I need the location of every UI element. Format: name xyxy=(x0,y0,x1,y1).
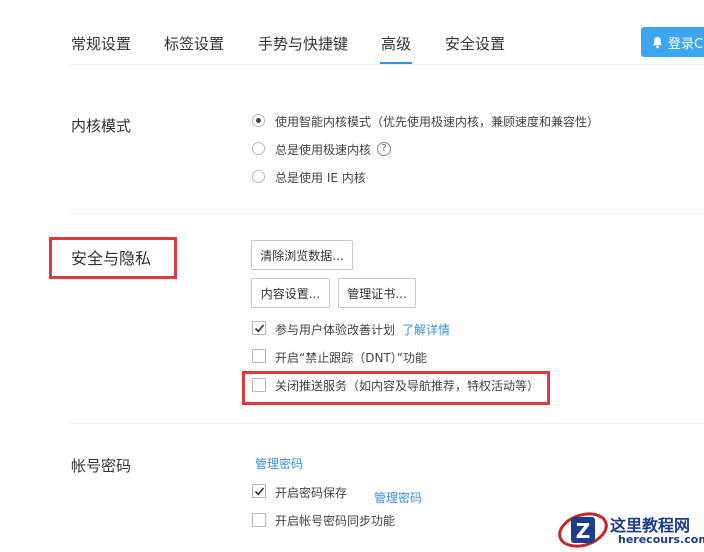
checkbox-save-password-label: 开启密码保存 xyxy=(275,486,348,500)
tab-tabs[interactable]: 标签设置 xyxy=(164,33,224,54)
radio-smart-kernel[interactable] xyxy=(252,114,265,127)
checkmark-icon xyxy=(254,487,265,496)
tab-general[interactable]: 常规设置 xyxy=(71,33,131,54)
manage-password-link[interactable]: 管理密码 xyxy=(255,455,303,472)
radio-speed-kernel-label: 总是使用极速内核 xyxy=(275,143,372,157)
manage-password-link-2[interactable]: 管理密码 xyxy=(374,489,422,506)
login-button-label: 登录C xyxy=(668,36,704,52)
section-divider xyxy=(70,423,704,424)
clear-browsing-data-button[interactable]: 清除浏览数据... xyxy=(251,240,353,270)
checkmark-icon xyxy=(254,324,265,333)
radio-smart-kernel-label: 使用智能内核模式（优先使用极速内核，兼顾速度和兼容性） xyxy=(275,115,600,129)
checkbox-save-password[interactable] xyxy=(252,484,266,498)
section-divider xyxy=(70,213,704,214)
checkbox-user-experience[interactable] xyxy=(252,321,266,335)
tabs-divider xyxy=(70,64,704,65)
manage-certificates-button[interactable]: 管理证书... xyxy=(338,278,416,308)
help-icon[interactable]: ? xyxy=(377,142,391,156)
checkbox-dnt[interactable] xyxy=(252,349,266,363)
checkbox-sync-password-label: 开启帐号密码同步功能 xyxy=(275,514,396,528)
learn-more-link[interactable]: 了解详情 xyxy=(402,321,450,338)
tab-gestures-shortcuts[interactable]: 手势与快捷键 xyxy=(258,33,348,54)
checkbox-sync-password[interactable] xyxy=(252,513,266,527)
highlight-box-push xyxy=(242,371,550,405)
checkbox-dnt-label: 开启“禁止跟踪（DNT）”功能 xyxy=(275,351,427,365)
login-button[interactable]: 登录C xyxy=(641,27,704,57)
highlight-box-title xyxy=(49,237,177,279)
watermark-url: herecours.com xyxy=(618,533,704,546)
account-password-title: 帐号密码 xyxy=(71,457,132,475)
checkbox-user-experience-label: 参与用户体验改善计划 xyxy=(275,323,396,337)
radio-speed-kernel[interactable] xyxy=(252,142,265,155)
kernel-mode-title: 内核模式 xyxy=(71,117,132,135)
tab-advanced[interactable]: 高级 xyxy=(381,33,411,54)
radio-ie-kernel[interactable] xyxy=(252,170,265,183)
tab-security[interactable]: 安全设置 xyxy=(445,33,505,54)
content-settings-button[interactable]: 内容设置... xyxy=(251,278,330,308)
bell-icon xyxy=(652,36,663,48)
radio-ie-kernel-label: 总是使用 IE 内核 xyxy=(275,171,366,185)
svg-text:Z: Z xyxy=(576,519,591,543)
watermark-logo: Z xyxy=(558,512,608,548)
